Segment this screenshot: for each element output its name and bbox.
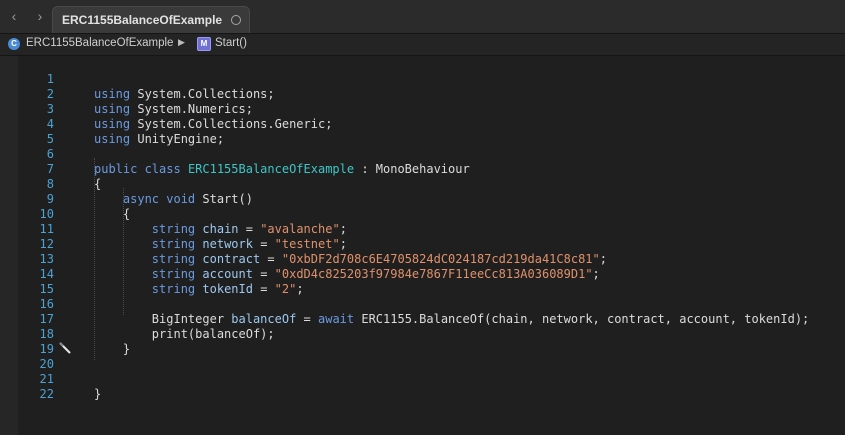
code-line: 11 string network = "testnet"; (18, 207, 845, 251)
tab-title: ERC1155BalanceOfExample (62, 13, 222, 27)
code-line: 13 string account = "0xdD4c825203f97984e… (18, 237, 845, 281)
code-line: 15 (18, 267, 845, 296)
tab-erc1155-balance-of-example[interactable]: ERC1155BalanceOfExample (52, 6, 250, 33)
chevron-right-icon[interactable]: › (32, 8, 48, 24)
code-line: 8 async void Start() (18, 162, 845, 206)
code-line: 4 using UnityEngine; (18, 102, 845, 146)
code-editor[interactable]: 1 using System.Collections; 2 using Syst… (18, 56, 845, 435)
tab-bar: ‹ › ERC1155BalanceOfExample (0, 0, 845, 34)
csharp-file-icon: C (8, 38, 20, 50)
code-line: 18 } (18, 312, 845, 356)
code-line: 2 using System.Numerics; (18, 72, 845, 116)
breadcrumb-method[interactable]: Start() (215, 37, 247, 49)
method-icon: M (197, 37, 211, 51)
code-line: 16 BigInteger balanceOf = await ERC1155.… (18, 282, 845, 326)
code-line: 17 print(balanceOf); (18, 297, 845, 341)
code-line: 7 { (18, 147, 845, 191)
code-line: 22 (18, 372, 845, 401)
code-line: 19 (18, 327, 845, 356)
close-icon[interactable] (231, 15, 241, 25)
code-line: 12 string contract = "0xbDF2d708c6E47058… (18, 222, 845, 266)
chevron-right-icon: ▶ (178, 37, 185, 47)
line-number: 22 (39, 387, 54, 401)
editor-gutter-strip (0, 56, 18, 435)
pencil-cursor-icon (59, 342, 71, 354)
code-line: 20 (18, 342, 845, 371)
code-line: 14 string tokenId = "2"; (18, 252, 845, 296)
code-line: 6 public class ERC1155BalanceOfExample :… (18, 132, 845, 176)
code-line: 9 { (18, 177, 845, 221)
breadcrumb-file[interactable]: ERC1155BalanceOfExample (26, 37, 173, 49)
code-line: 3 using System.Collections.Generic; (18, 87, 845, 131)
code-line: 21 } (18, 357, 845, 401)
code-line: 5 (18, 117, 845, 146)
code-line: 10 string chain = "avalanche"; (18, 192, 845, 236)
jump-bar: C ERC1155BalanceOfExample ▶ M Start() (0, 34, 845, 56)
code-line: 1 using System.Collections; (18, 57, 845, 101)
chevron-left-icon[interactable]: ‹ (6, 8, 22, 24)
